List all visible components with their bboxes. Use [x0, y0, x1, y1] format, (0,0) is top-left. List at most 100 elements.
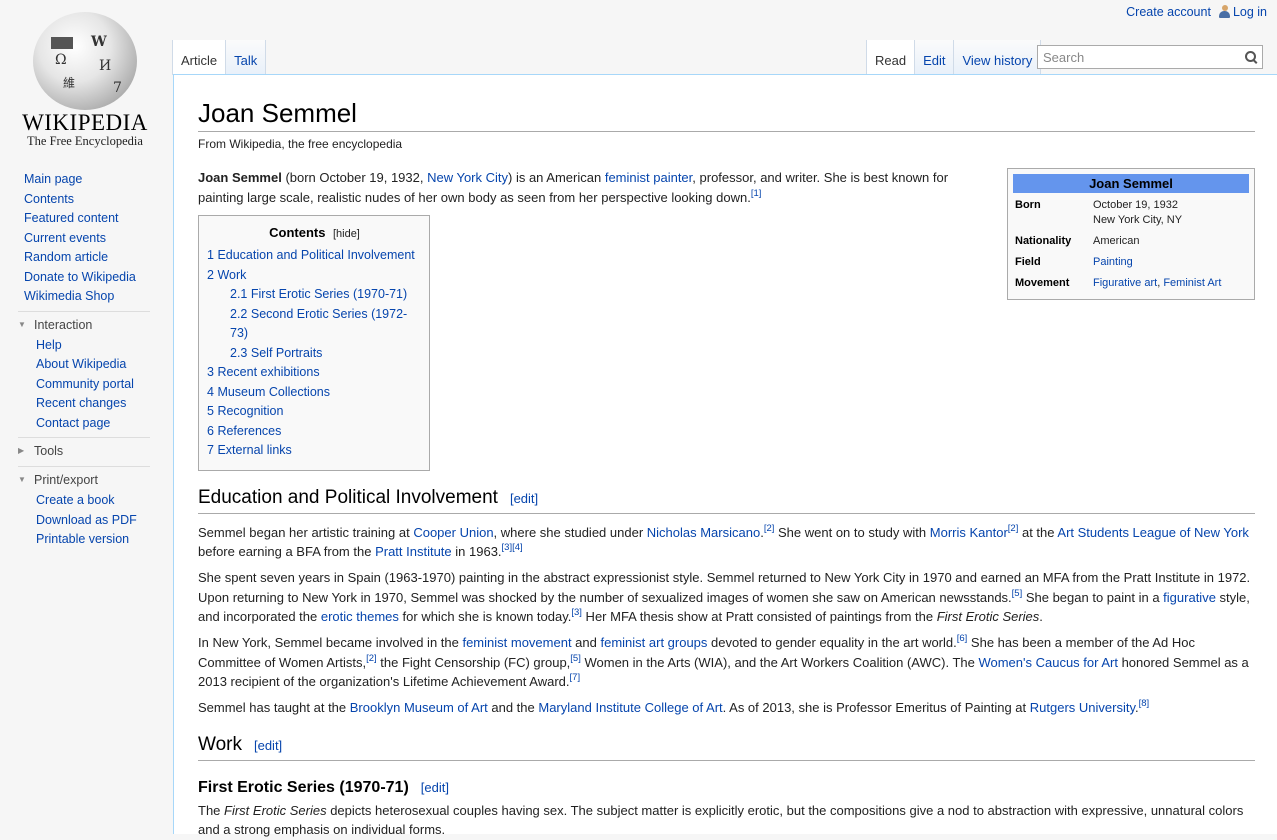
- toc-item[interactable]: 2 Work: [207, 268, 246, 282]
- citation-ref[interactable]: [1]: [751, 188, 762, 199]
- tab-read[interactable]: Read: [866, 40, 916, 75]
- tab-talk[interactable]: Talk: [226, 40, 267, 75]
- link-art-students-league[interactable]: Art Students League of New York: [1057, 525, 1249, 540]
- link-feminist-art-groups[interactable]: feminist art groups: [600, 635, 707, 650]
- infobox-label: Field: [1015, 256, 1041, 268]
- tab-edit-label: Edit: [923, 53, 946, 68]
- tools-toggle[interactable]: ▶ Tools: [18, 440, 150, 462]
- personal-tools: Create account Log in: [1126, 5, 1277, 19]
- sidebar-item-contents[interactable]: Contents: [24, 192, 74, 206]
- link-feminist-painter[interactable]: feminist painter: [605, 170, 692, 185]
- link-new-york-city[interactable]: New York City: [427, 170, 508, 185]
- sidebar-item-printable-version[interactable]: Printable version: [36, 532, 129, 546]
- tab-read-label: Read: [875, 53, 907, 68]
- paragraph: The First Erotic Series depicts heterose…: [198, 802, 1244, 838]
- infobox-field-link[interactable]: Painting: [1093, 256, 1133, 268]
- paragraph: In New York, Semmel became involved in t…: [198, 633, 1249, 689]
- puzzle-globe-icon: Ω W И 維 7: [33, 12, 137, 110]
- tab-article[interactable]: Article: [172, 40, 227, 75]
- interaction-heading: Interaction: [34, 317, 93, 332]
- link-pratt-institute[interactable]: Pratt Institute: [375, 544, 452, 559]
- interaction-toggle[interactable]: ▼ Interaction: [18, 314, 150, 336]
- tab-article-label: Article: [181, 53, 218, 68]
- edit-section-link[interactable]: [edit]: [421, 780, 449, 795]
- citation-ref[interactable]: [6]: [957, 633, 968, 644]
- sidebar: Main page Contents Featured content Curr…: [0, 170, 172, 550]
- article-content: Joan Semmel From Wikipedia, the free enc…: [173, 74, 1277, 837]
- site-subtitle: From Wikipedia, the free encyclopedia: [198, 137, 403, 151]
- wikipedia-logo[interactable]: Ω W И 維 7 Wikipedia The Free Encyclopedi…: [0, 0, 160, 160]
- toc-item[interactable]: 2.2 Second Erotic Series (1972-73): [230, 307, 407, 341]
- triangle-down-icon: ▼: [18, 319, 26, 329]
- link-figurative[interactable]: figurative: [1163, 590, 1216, 605]
- wordmark: Wikipedia: [22, 110, 148, 135]
- sidebar-item-about[interactable]: About Wikipedia: [36, 357, 126, 371]
- namespace-tabs: Article Talk: [172, 40, 267, 75]
- sidebar-item-help[interactable]: Help: [36, 338, 62, 352]
- subject-name: Joan Semmel: [198, 170, 282, 185]
- citation-ref[interactable]: [3]: [571, 607, 582, 618]
- sidebar-item-contact-page[interactable]: Contact page: [36, 416, 110, 430]
- sidebar-item-main-page[interactable]: Main page: [24, 172, 82, 186]
- toc-item[interactable]: 5 Recognition: [207, 404, 283, 418]
- sidebar-item-wikimedia-shop[interactable]: Wikimedia Shop: [24, 289, 114, 303]
- table-of-contents: Contents [hide] 1 Education and Politica…: [198, 214, 430, 471]
- toc-item[interactable]: 1 Education and Political Involvement: [207, 248, 415, 262]
- sidebar-item-create-book[interactable]: Create a book: [36, 493, 115, 507]
- toc-item[interactable]: 4 Museum Collections: [207, 385, 330, 399]
- edit-section-link[interactable]: [edit]: [254, 738, 282, 753]
- link-brooklyn-museum[interactable]: Brooklyn Museum of Art: [350, 700, 488, 715]
- toc-hide-toggle[interactable]: [hide]: [333, 228, 360, 240]
- sidebar-item-recent-changes[interactable]: Recent changes: [36, 396, 126, 410]
- toc-item[interactable]: 6 References: [207, 424, 281, 438]
- search-input[interactable]: [1038, 46, 1238, 68]
- paragraph: Semmel has taught at the Brooklyn Museum…: [198, 698, 1150, 715]
- print-export-toggle[interactable]: ▼ Print/export: [18, 469, 150, 491]
- toc-item[interactable]: 3 Recent exhibitions: [207, 365, 320, 379]
- toc-item[interactable]: 2.3 Self Portraits: [230, 346, 322, 360]
- sidebar-item-random-article[interactable]: Random article: [24, 250, 108, 264]
- infobox-movement-link[interactable]: Feminist Art: [1163, 277, 1221, 289]
- link-rutgers-university[interactable]: Rutgers University: [1030, 700, 1135, 715]
- link-nicholas-marsicano[interactable]: Nicholas Marsicano: [647, 525, 760, 540]
- create-account-link[interactable]: Create account: [1126, 5, 1211, 19]
- toc-item[interactable]: 7 External links: [207, 443, 292, 457]
- infobox-title: Joan Semmel: [1013, 174, 1249, 193]
- log-in-link[interactable]: Log in: [1233, 5, 1267, 19]
- infobox-movement-link[interactable]: Figurative art: [1093, 277, 1157, 289]
- tab-edit[interactable]: Edit: [915, 40, 955, 75]
- citation-ref[interactable]: [2]: [764, 523, 775, 534]
- link-womens-caucus-for-art[interactable]: Women's Caucus for Art: [978, 655, 1118, 670]
- sidebar-item-donate[interactable]: Donate to Wikipedia: [24, 270, 136, 284]
- sidebar-item-featured-content[interactable]: Featured content: [24, 211, 119, 225]
- link-feminist-movement[interactable]: feminist movement: [462, 635, 571, 650]
- print-export-heading: Print/export: [34, 473, 98, 487]
- citation-ref[interactable]: [8]: [1139, 698, 1150, 709]
- toc-title: Contents: [269, 224, 326, 240]
- citation-ref[interactable]: [3][4]: [502, 542, 523, 553]
- toc-item[interactable]: 2.1 First Erotic Series (1970-71): [230, 287, 407, 301]
- infobox-label: Movement: [1015, 277, 1070, 289]
- view-tabs: Read Edit View history: [866, 40, 1042, 75]
- link-morris-kantor[interactable]: Morris Kantor: [930, 525, 1008, 540]
- citation-ref[interactable]: [2]: [366, 653, 377, 664]
- sidebar-interaction-portal: ▼ Interaction Help About Wikipedia Commu…: [18, 310, 150, 434]
- citation-ref[interactable]: [5]: [570, 653, 581, 664]
- citation-ref[interactable]: [2]: [1008, 523, 1019, 534]
- search-icon[interactable]: [1245, 51, 1257, 63]
- citation-ref[interactable]: [7]: [570, 672, 581, 683]
- link-cooper-union[interactable]: Cooper Union: [413, 525, 493, 540]
- infobox-row-born: Born October 19, 1932 New York City, NY: [1013, 195, 1249, 231]
- infobox: Joan Semmel Born October 19, 1932 New Yor…: [1007, 168, 1255, 300]
- infobox-born-date: October 19, 1932: [1093, 199, 1179, 211]
- user-icon: [1218, 5, 1230, 18]
- tab-view-history[interactable]: View history: [954, 40, 1042, 75]
- tools-heading: Tools: [34, 444, 64, 458]
- edit-section-link[interactable]: [edit]: [510, 491, 538, 506]
- sidebar-item-download-pdf[interactable]: Download as PDF: [36, 513, 137, 527]
- sidebar-item-community-portal[interactable]: Community portal: [36, 377, 134, 391]
- sidebar-item-current-events[interactable]: Current events: [24, 231, 106, 245]
- link-erotic-themes[interactable]: erotic themes: [321, 609, 399, 624]
- citation-ref[interactable]: [5]: [1012, 588, 1023, 599]
- link-maryland-institute[interactable]: Maryland Institute College of Art: [538, 700, 722, 715]
